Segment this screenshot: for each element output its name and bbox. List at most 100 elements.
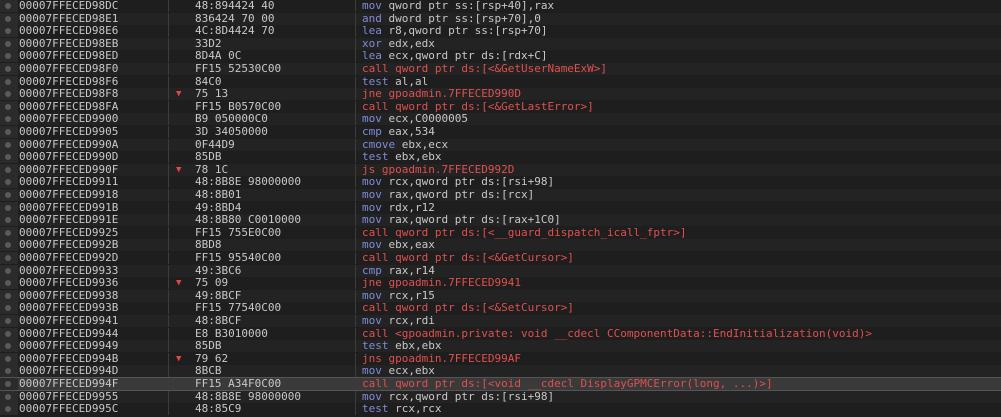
disasm-row[interactable]: 00007FFECED991E 48:8B80 C0010000 mov rax,q…	[0, 214, 1001, 226]
breakpoint-gutter[interactable]	[0, 88, 18, 100]
breakpoint-dot-icon[interactable]	[5, 242, 11, 248]
breakpoint-dot-icon[interactable]	[5, 16, 11, 22]
breakpoint-dot-icon[interactable]	[5, 41, 11, 47]
breakpoint-dot-icon[interactable]	[5, 343, 11, 349]
breakpoint-dot-icon[interactable]	[5, 255, 11, 261]
breakpoint-dot-icon[interactable]	[5, 406, 11, 412]
disassembly-view[interactable]: 00007FFECED98DC 48:894424 40 mov qword ptr…	[0, 0, 1001, 417]
breakpoint-gutter[interactable]	[0, 277, 18, 289]
breakpoint-gutter[interactable]	[0, 176, 18, 188]
disasm-row[interactable]: 00007FFECED98ED 8D4A 0C lea ecx,qword ptr …	[0, 50, 1001, 62]
breakpoint-gutter[interactable]	[0, 101, 18, 113]
breakpoint-dot-icon[interactable]	[5, 293, 11, 299]
disasm-row[interactable]: 00007FFECED98E6 4C:8D4424 70 lea r8,qword …	[0, 25, 1001, 37]
breakpoint-dot-icon[interactable]	[5, 230, 11, 236]
breakpoint-gutter[interactable]	[0, 265, 18, 277]
breakpoint-gutter[interactable]	[0, 328, 18, 340]
disasm-row[interactable]: 00007FFECED995C 48:85C9 test rcx,rcx	[0, 403, 1001, 415]
breakpoint-gutter[interactable]	[0, 353, 18, 365]
breakpoint-gutter[interactable]	[0, 13, 18, 25]
disasm-row[interactable]: 00007FFECED9936 ▼ 75 09 jne gpoadmin.7FFECE…	[0, 277, 1001, 289]
instruction: mov qword ptr ss:[rsp+40],rax	[362, 0, 554, 12]
breakpoint-dot-icon[interactable]	[5, 331, 11, 337]
disasm-row[interactable]: 00007FFECED98DC 48:894424 40 mov qword ptr…	[0, 0, 1001, 12]
breakpoint-dot-icon[interactable]	[5, 305, 11, 311]
breakpoint-dot-icon[interactable]	[5, 142, 11, 148]
breakpoint-dot-icon[interactable]	[5, 154, 11, 160]
breakpoint-dot-icon[interactable]	[5, 356, 11, 362]
disasm-row[interactable]: 00007FFECED9955 48:8B8E 98000000 mov rcx,q…	[0, 391, 1001, 403]
breakpoint-dot-icon[interactable]	[5, 381, 11, 387]
breakpoint-gutter[interactable]	[0, 76, 18, 88]
breakpoint-dot-icon[interactable]	[5, 268, 11, 274]
breakpoint-gutter[interactable]	[0, 340, 18, 352]
breakpoint-dot-icon[interactable]	[5, 205, 11, 211]
breakpoint-gutter[interactable]	[0, 0, 18, 12]
breakpoint-gutter[interactable]	[0, 403, 18, 415]
breakpoint-dot-icon[interactable]	[5, 66, 11, 72]
breakpoint-dot-icon[interactable]	[5, 179, 11, 185]
disasm-row[interactable]: 00007FFECED9905 3D 34050000 cmp eax,534	[0, 126, 1001, 138]
disasm-row[interactable]: 00007FFECED994B ▼ 79 62 jns gpoadmin.7FFECE…	[0, 353, 1001, 365]
disasm-row[interactable]: 00007FFECED993B FF15 77540C00 call qword p…	[0, 302, 1001, 314]
breakpoint-gutter[interactable]	[0, 25, 18, 37]
disasm-row[interactable]: 00007FFECED992B 8BD8 mov ebx,eax	[0, 239, 1001, 251]
breakpoint-dot-icon[interactable]	[5, 280, 11, 286]
disasm-row[interactable]: 00007FFECED9918 48:8B01 mov rax,qword ptr …	[0, 189, 1001, 201]
disasm-row[interactable]: 00007FFECED9925 FF15 755E0C00 call qword p…	[0, 227, 1001, 239]
breakpoint-dot-icon[interactable]	[5, 79, 11, 85]
mnemonic: mov	[362, 188, 382, 201]
breakpoint-gutter[interactable]	[0, 164, 18, 176]
column-divider	[355, 315, 356, 327]
breakpoint-dot-icon[interactable]	[5, 167, 11, 173]
breakpoint-dot-icon[interactable]	[5, 53, 11, 59]
breakpoint-gutter[interactable]	[0, 50, 18, 62]
disasm-row[interactable]: 00007FFECED98FA FF15 B0570C00 call qword p…	[0, 101, 1001, 113]
breakpoint-gutter[interactable]	[0, 126, 18, 138]
disasm-row[interactable]: 00007FFECED9911 48:8B8E 98000000 mov rcx,q…	[0, 176, 1001, 188]
breakpoint-dot-icon[interactable]	[5, 91, 11, 97]
breakpoint-gutter[interactable]	[0, 227, 18, 239]
breakpoint-dot-icon[interactable]	[5, 394, 11, 400]
column-divider	[168, 50, 169, 62]
disasm-row[interactable]: 00007FFECED98F0 FF15 52530C00 call qword p…	[0, 63, 1001, 75]
disasm-row[interactable]: 00007FFECED994D 8BCB mov ecx,ebx	[0, 365, 1001, 377]
disasm-row[interactable]: 00007FFECED992D FF15 95540C00 call qword p…	[0, 252, 1001, 264]
breakpoint-dot-icon[interactable]	[5, 192, 11, 198]
breakpoint-dot-icon[interactable]	[5, 116, 11, 122]
breakpoint-dot-icon[interactable]	[5, 368, 11, 374]
breakpoint-dot-icon[interactable]	[5, 3, 11, 9]
disasm-row[interactable]: 00007FFECED9941 48:8BCF mov rcx,rdi	[0, 315, 1001, 327]
disasm-row[interactable]: 00007FFECED990A 0F44D9 cmove ebx,ecx	[0, 139, 1001, 151]
breakpoint-gutter[interactable]	[0, 315, 18, 327]
breakpoint-dot-icon[interactable]	[5, 129, 11, 135]
disasm-row[interactable]: 00007FFECED9949 85DB test ebx,ebx	[0, 340, 1001, 352]
breakpoint-gutter[interactable]	[0, 365, 18, 377]
breakpoint-dot-icon[interactable]	[5, 217, 11, 223]
column-divider	[168, 353, 169, 365]
disasm-row[interactable]: 00007FFECED9944 E8 B3010000 call <gpoadmin…	[0, 328, 1001, 340]
breakpoint-dot-icon[interactable]	[5, 28, 11, 34]
breakpoint-gutter[interactable]	[0, 302, 18, 314]
column-divider	[168, 139, 169, 151]
breakpoint-gutter[interactable]	[0, 139, 18, 151]
breakpoint-dot-icon[interactable]	[5, 318, 11, 324]
breakpoint-gutter[interactable]	[0, 202, 18, 214]
breakpoint-gutter[interactable]	[0, 378, 18, 390]
breakpoint-gutter[interactable]	[0, 252, 18, 264]
breakpoint-gutter[interactable]	[0, 151, 18, 163]
disasm-row[interactable]: 00007FFECED9900 B9 050000C0 mov ecx,C00000…	[0, 113, 1001, 125]
disasm-row[interactable]: 00007FFECED994F FF15 A34F0C00 call qword p…	[0, 377, 1001, 391]
breakpoint-gutter[interactable]	[0, 113, 18, 125]
breakpoint-gutter[interactable]	[0, 239, 18, 251]
breakpoint-gutter[interactable]	[0, 290, 18, 302]
breakpoint-gutter[interactable]	[0, 189, 18, 201]
breakpoint-gutter[interactable]	[0, 214, 18, 226]
breakpoint-gutter[interactable]	[0, 38, 18, 50]
disasm-row[interactable]: 00007FFECED990D 85DB test ebx,ebx	[0, 151, 1001, 163]
breakpoint-dot-icon[interactable]	[5, 104, 11, 110]
breakpoint-gutter[interactable]	[0, 391, 18, 403]
disasm-row[interactable]: 00007FFECED98F8 ▼ 75 13 jne gpoadmin.7FFECE…	[0, 88, 1001, 100]
breakpoint-gutter[interactable]	[0, 63, 18, 75]
column-divider	[168, 378, 169, 390]
